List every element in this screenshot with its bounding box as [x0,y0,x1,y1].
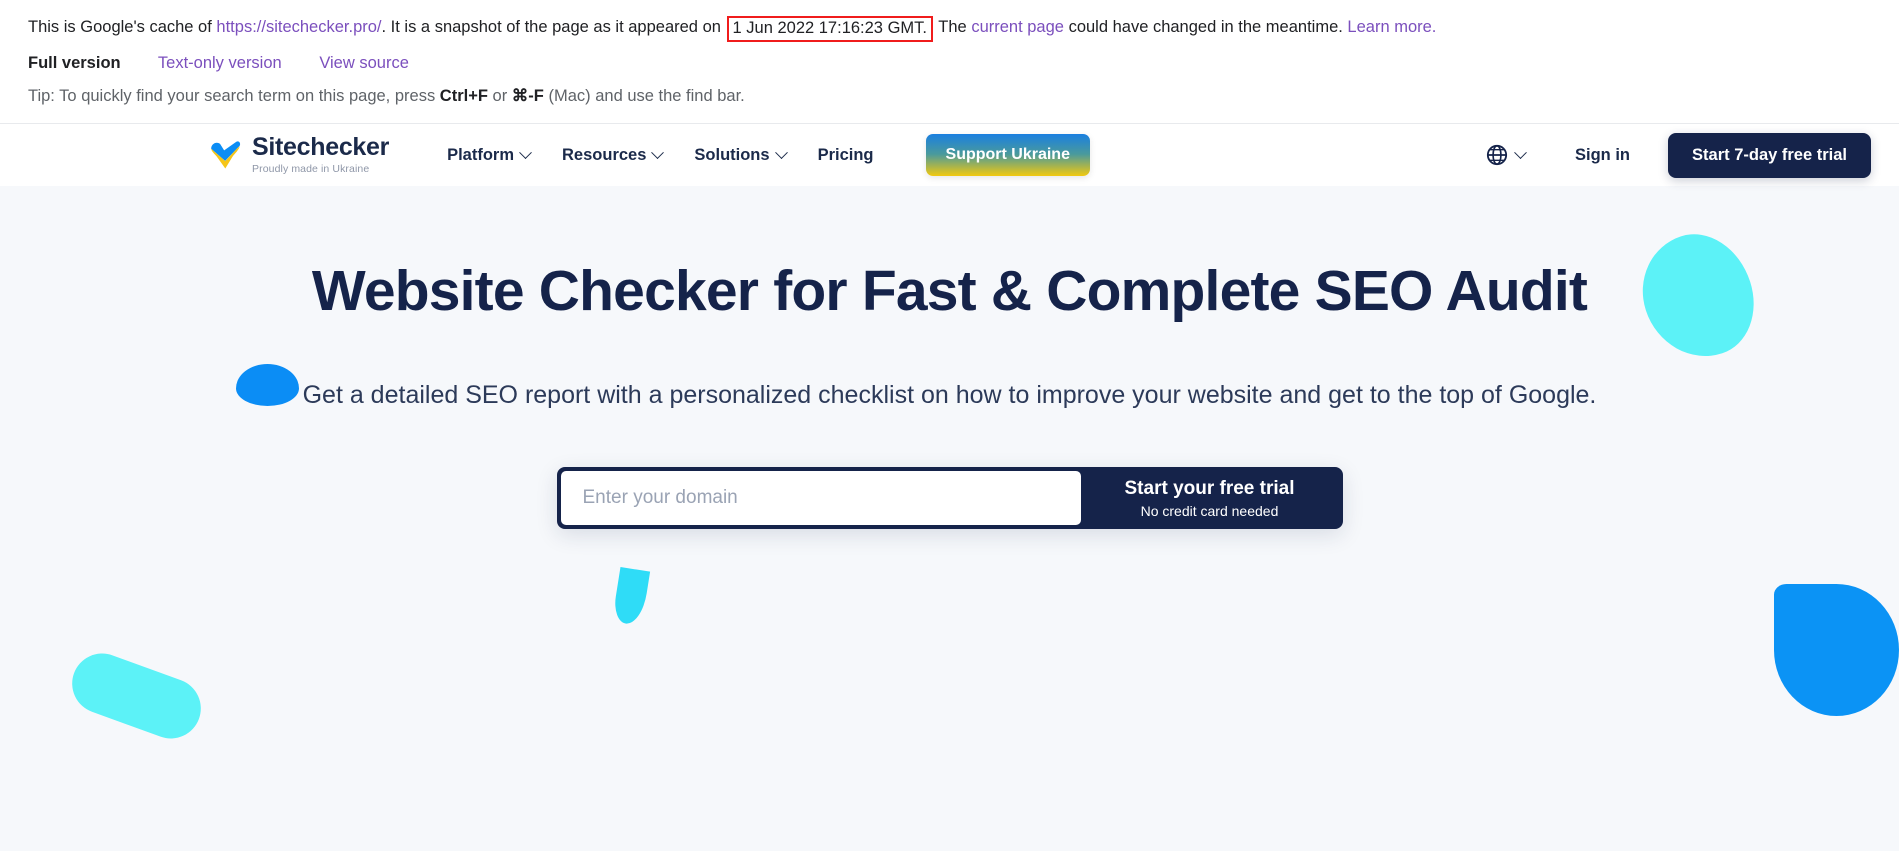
hero-subtitle: Get a detailed SEO report with a persona… [302,381,1597,409]
sign-in-link[interactable]: Sign in [1575,146,1630,165]
support-ukraine-button[interactable]: Support Ukraine [925,134,1090,176]
full-version-label: Full version [28,54,121,72]
nav-item-solutions[interactable]: Solutions [694,145,788,165]
submit-primary-label: Start your free trial [1124,477,1295,499]
start-your-free-trial-button[interactable]: Start your free trial No credit card nee… [1081,471,1339,525]
logo-tagline: Proudly made in Ukraine [252,163,370,176]
nav-right-group: Sign in Start 7-day free trial [1486,132,1871,178]
chevron-down-icon [1514,145,1527,159]
page-title: Website Checker for Fast & Complete SEO … [311,259,1588,323]
cache-tip-line: Tip: To quickly find your search term on… [28,85,1871,107]
cache-tail-text: could have changed in the meantime. [1068,18,1343,36]
hero-section: Website Checker for Fast & Complete SEO … [0,186,1899,851]
cache-intro-text: This is Google's cache of [28,18,212,36]
google-cache-banner: This is Google's cache of https://sitech… [0,0,1899,124]
tip-shortcut-windows: Ctrl+F [439,87,488,105]
tip-suffix-text: (Mac) and use the find bar. [548,87,745,105]
cache-after-url-text: . It is a snapshot of the page as it app… [381,18,721,36]
language-selector[interactable] [1486,144,1527,166]
hero-content: Website Checker for Fast & Complete SEO … [280,186,1620,529]
current-page-link[interactable]: current page [971,18,1064,36]
view-source-link[interactable]: View source [319,54,409,72]
learn-more-link[interactable]: Learn more. [1347,18,1436,36]
tip-or-text: or [492,87,508,105]
nav-item-pricing[interactable]: Pricing [818,146,874,165]
submit-secondary-label: No credit card needed [1140,502,1279,519]
start-free-trial-button[interactable]: Start 7-day free trial [1668,132,1871,178]
decorative-blob-cyan-top-right [1627,220,1769,372]
nav-item-label: Resources [562,145,647,164]
cache-version-links: Full version Text-only version View sour… [28,52,1871,74]
globe-icon [1486,144,1508,166]
decorative-blob-cyan-bottom-left [63,645,210,747]
cache-after-date-text: The [938,18,967,36]
ukraine-heart-check-icon [211,141,241,169]
snapshot-date-highlight: 1 Jun 2022 17:16:23 GMT. [726,16,933,42]
primary-nav-links: Platform Resources Solutions Pricing [447,146,873,165]
logo-wordmark: Sitechecker [252,133,390,162]
logo-text-block: Sitechecker Proudly made in Ukraine [252,135,389,175]
tip-prefix-text: Tip: To quickly find your search term on… [28,87,436,105]
chevron-down-icon [519,145,532,159]
nav-item-label: Platform [447,145,515,164]
tip-shortcut-mac: ⌘-F [511,87,544,105]
site-navigation-bar: Sitechecker Proudly made in Ukraine Plat… [0,124,1899,186]
decorative-blob-blue-bottom-right [1774,584,1899,716]
chevron-down-icon [774,145,788,159]
cached-url-link[interactable]: https://sitechecker.pro/ [216,18,381,36]
nav-item-resources[interactable]: Resources [562,145,665,165]
nav-item-label: Pricing [817,145,874,164]
chevron-down-icon [651,145,665,159]
nav-item-label: Solutions [694,145,770,164]
domain-audit-form: Start your free trial No credit card nee… [556,467,1343,529]
domain-input[interactable] [560,471,1081,525]
cache-info-line: This is Google's cache of https://sitech… [28,14,1871,42]
site-logo[interactable]: Sitechecker Proudly made in Ukraine [210,135,389,175]
nav-item-platform[interactable]: Platform [447,145,532,165]
decorative-blob-cyan-arrow [611,566,651,627]
text-only-version-link[interactable]: Text-only version [158,54,282,72]
